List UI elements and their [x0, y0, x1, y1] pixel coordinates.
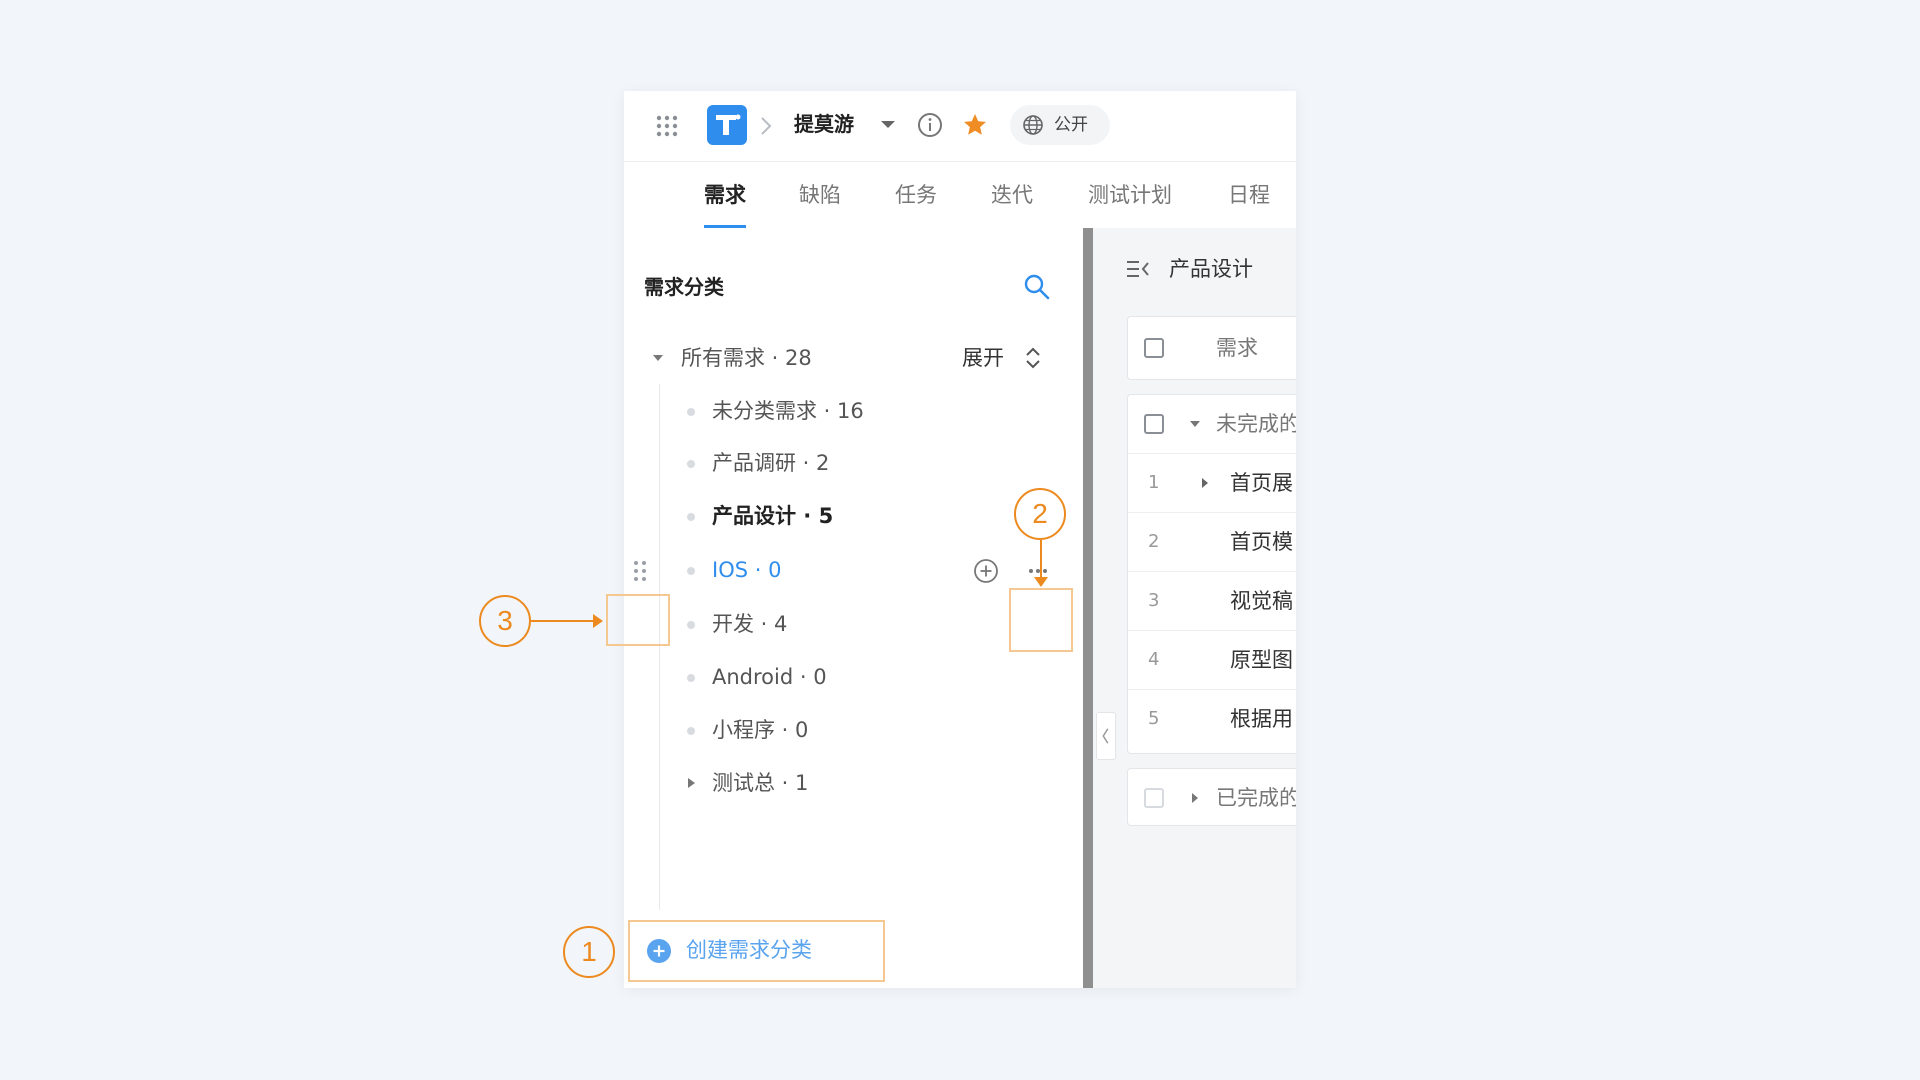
list-header: 产品设计 [1093, 228, 1296, 308]
group-checkbox[interactable] [1144, 414, 1164, 434]
row-number: 2 [1148, 531, 1160, 552]
bullet-icon [687, 727, 695, 735]
annotation-line-3 [531, 620, 594, 622]
requirements-list-panel: 产品设计 需求 未完成的 1 首页展 2 首页模 3 视觉稿 4 原型图 5 根… [1093, 228, 1296, 988]
annotation-box-more [1009, 588, 1073, 652]
category-label: IOS · 0 [712, 558, 782, 582]
incomplete-group: 未完成的 1 首页展 2 首页模 3 视觉稿 4 原型图 5 根据用 [1127, 394, 1296, 754]
tab-tasks[interactable]: 任务 [895, 162, 937, 228]
add-circle-icon[interactable] [972, 557, 1000, 585]
globe-icon [1023, 115, 1043, 135]
annotation-marker-2: 2 [1014, 488, 1066, 540]
bullet-icon [687, 513, 695, 521]
category-item-testing[interactable]: 测试总 · 1 [660, 759, 1060, 807]
list-title: 产品设计 [1169, 257, 1253, 281]
table-row[interactable]: 2 首页模 [1128, 512, 1296, 572]
category-item-android[interactable]: Android · 0 [660, 653, 1060, 701]
group-header-row[interactable]: 未完成的 [1128, 395, 1296, 453]
visibility-label: 公开 [1054, 115, 1088, 135]
select-all-checkbox[interactable] [1144, 338, 1164, 358]
category-label: 测试总 · 1 [712, 771, 809, 795]
drag-handle-icon[interactable] [631, 557, 649, 585]
row-title: 视觉稿 [1230, 589, 1293, 613]
menu-fold-icon[interactable] [1125, 258, 1151, 280]
category-item-research[interactable]: 产品调研 · 2 [660, 439, 1060, 487]
annotation-box-drag [606, 594, 670, 646]
column-header: 需求 [1127, 316, 1296, 380]
project-name[interactable]: 提莫游 [794, 109, 854, 139]
all-requirements-row[interactable]: 所有需求 · 28 展开 [624, 338, 1083, 378]
category-item-design[interactable]: 产品设计 · 5 [660, 492, 1060, 540]
search-icon[interactable] [1022, 272, 1052, 302]
row-title: 首页展 [1230, 471, 1293, 495]
group-checkbox[interactable] [1144, 788, 1164, 808]
caret-down-icon[interactable] [877, 113, 899, 135]
category-label: 产品设计 · 5 [712, 504, 834, 528]
category-label: 开发 · 4 [712, 612, 788, 636]
caret-down-icon[interactable] [1188, 417, 1202, 431]
annotation-box-create [628, 920, 885, 982]
category-item-dev[interactable]: 开发 · 4 [660, 600, 1060, 648]
row-number: 5 [1148, 708, 1160, 729]
group-label: 已完成的 [1216, 786, 1296, 810]
star-icon[interactable] [961, 111, 989, 139]
bullet-icon [687, 621, 695, 629]
category-item-miniprogram[interactable]: 小程序 · 0 [660, 706, 1060, 754]
bullet-icon [687, 567, 695, 575]
row-number: 4 [1148, 649, 1160, 670]
app-window: 提莫游 公开 需求 缺陷 任务 迭代 测试计划 日程 需求分类 所有需求 · 2… [624, 91, 1296, 988]
column-header-label: 需求 [1216, 336, 1258, 360]
annotation-marker-1: 1 [563, 926, 615, 978]
arrow-right-icon [593, 614, 603, 628]
breadcrumb-chevron-icon [761, 117, 772, 135]
table-row[interactable]: 3 视觉稿 [1128, 571, 1296, 631]
collapse-panel-button[interactable] [1096, 712, 1116, 760]
bullet-icon [687, 408, 695, 416]
info-icon[interactable] [916, 111, 944, 139]
category-label: Android · 0 [712, 665, 827, 689]
row-title: 原型图 [1230, 648, 1293, 672]
row-title: 根据用 [1230, 707, 1293, 731]
caret-right-icon[interactable] [1198, 476, 1212, 490]
category-label: 产品调研 · 2 [712, 451, 830, 475]
group-label: 未完成的 [1216, 412, 1296, 436]
complete-group[interactable]: 已完成的 [1127, 768, 1296, 826]
tab-defects[interactable]: 缺陷 [799, 162, 841, 228]
tab-test-plans[interactable]: 测试计划 [1088, 162, 1172, 228]
row-number: 3 [1148, 590, 1160, 611]
bullet-icon [687, 674, 695, 682]
caret-down-icon[interactable] [650, 350, 666, 366]
tab-schedule[interactable]: 日程 [1228, 162, 1270, 228]
app-grid-icon[interactable] [654, 113, 680, 139]
collapse-left-icon [1102, 728, 1109, 744]
tab-bar: 需求 缺陷 任务 迭代 测试计划 日程 [624, 161, 1296, 230]
table-row[interactable]: 4 原型图 [1128, 630, 1296, 690]
arrow-down-icon [1034, 577, 1048, 587]
panel-splitter[interactable] [1083, 228, 1093, 988]
sidebar-title: 需求分类 [644, 275, 724, 299]
annotation-marker-3: 3 [479, 595, 531, 647]
table-row[interactable]: 5 根据用 [1128, 689, 1296, 749]
caret-right-icon[interactable] [683, 775, 699, 791]
bullet-icon [687, 460, 695, 468]
table-row[interactable]: 1 首页展 [1128, 453, 1296, 513]
expand-collapse-icon[interactable] [1021, 344, 1045, 372]
expand-button[interactable]: 展开 [962, 343, 1004, 373]
visibility-button[interactable]: 公开 [1010, 105, 1110, 145]
tab-requirements[interactable]: 需求 [704, 162, 746, 228]
app-logo-icon[interactable] [707, 105, 747, 145]
category-label: 未分类需求 · 16 [712, 399, 864, 423]
category-item-uncategorized[interactable]: 未分类需求 · 16 [660, 387, 1060, 435]
row-number: 1 [1148, 472, 1160, 493]
tab-iterations[interactable]: 迭代 [991, 162, 1033, 228]
caret-right-icon[interactable] [1188, 791, 1202, 805]
row-title: 首页模 [1230, 530, 1293, 554]
all-requirements-label: 所有需求 · 28 [681, 346, 812, 370]
category-label: 小程序 · 0 [712, 718, 809, 742]
category-item-ios[interactable]: IOS · 0 [624, 546, 1083, 594]
top-bar: 提莫游 公开 [624, 91, 1296, 161]
